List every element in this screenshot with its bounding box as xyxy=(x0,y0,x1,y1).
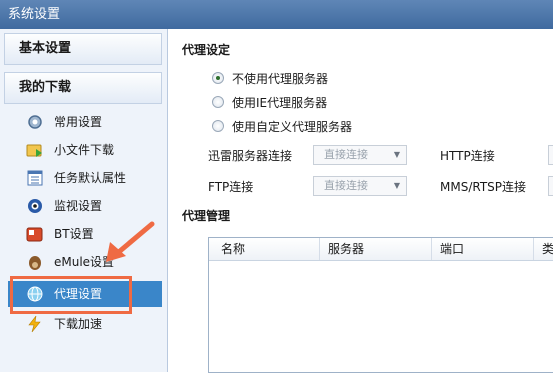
radio-label: 使用自定义代理服务器 xyxy=(232,120,353,134)
column-header-port[interactable]: 端口 xyxy=(431,238,464,260)
sidebar-item-task-default[interactable]: 任务默认属性 xyxy=(12,165,160,191)
radio-indicator[interactable] xyxy=(212,120,224,132)
radio-ie-proxy[interactable]: 使用IE代理服务器 xyxy=(212,94,327,112)
sidebar-item-general[interactable]: 常用设置 xyxy=(12,109,160,135)
window-title: 系统设置 xyxy=(8,7,61,22)
sidebar-section-basic[interactable]: 基本设置 xyxy=(4,33,162,65)
folder-download-icon xyxy=(26,141,44,159)
sidebar-item-accelerate[interactable]: 下载加速 xyxy=(12,311,160,337)
column-header-server[interactable]: 服务器 xyxy=(319,238,364,260)
sidebar-item-label: 常用设置 xyxy=(54,115,103,129)
mule-icon xyxy=(26,253,44,271)
sidebar-item-label: 代理设置 xyxy=(54,287,103,301)
sidebar-item-label: BT设置 xyxy=(54,227,94,241)
xunlei-connection-label: 迅雷服务器连接 xyxy=(208,149,293,163)
radio-indicator[interactable] xyxy=(212,72,224,84)
radio-custom-proxy[interactable]: 使用自定义代理服务器 xyxy=(212,118,352,136)
chevron-down-icon: ▼ xyxy=(393,181,400,190)
proxy-manage-title: 代理管理 xyxy=(182,209,231,223)
xunlei-connection-select[interactable]: 直接连接 ▼ xyxy=(313,145,407,165)
list-icon xyxy=(26,169,44,187)
sidebar: 基本设置 我的下载 常用设置 小文件下载 任务默认属性 监视设置 BT设置 eM… xyxy=(0,29,168,372)
proxy-panel: 代理设定 不使用代理服务器 使用IE代理服务器 使用自定义代理服务器 迅雷服务器… xyxy=(168,29,553,373)
column-header-name[interactable]: 名称 xyxy=(213,238,245,260)
proxy-settings-title: 代理设定 xyxy=(182,43,231,57)
annotation-arrow-icon xyxy=(106,221,155,262)
radio-no-proxy[interactable]: 不使用代理服务器 xyxy=(212,70,328,88)
bt-icon xyxy=(26,225,44,243)
select-value: 直接连接 xyxy=(324,179,368,192)
chevron-down-icon: ▼ xyxy=(393,150,400,159)
sidebar-item-label: 任务默认属性 xyxy=(54,171,127,185)
proxy-table[interactable]: 名称 服务器 端口 类 xyxy=(208,237,553,373)
radio-label: 不使用代理服务器 xyxy=(232,72,329,86)
http-connection-label: HTTP连接 xyxy=(440,149,495,163)
radio-label: 使用IE代理服务器 xyxy=(232,96,328,110)
eye-icon xyxy=(26,197,44,215)
window-titlebar: 系统设置 xyxy=(0,0,553,29)
sidebar-item-label: 下载加速 xyxy=(54,317,103,331)
radio-indicator[interactable] xyxy=(212,96,224,108)
column-header-type[interactable]: 类 xyxy=(533,238,553,260)
sidebar-item-label: 监视设置 xyxy=(54,199,103,213)
lightning-icon xyxy=(26,315,44,333)
sidebar-section-downloads[interactable]: 我的下载 xyxy=(4,72,162,104)
select-value: 直接连接 xyxy=(324,148,368,161)
http-connection-select[interactable] xyxy=(548,145,553,165)
table-header: 名称 服务器 端口 类 xyxy=(209,238,553,261)
sidebar-item-proxy[interactable]: 代理设置 xyxy=(8,281,162,307)
gear-icon xyxy=(26,113,44,131)
proxy-globe-icon xyxy=(26,285,44,303)
mms-connection-label: MMS/RTSP连接 xyxy=(440,180,527,194)
mms-connection-select[interactable] xyxy=(548,176,553,196)
sidebar-item-monitor[interactable]: 监视设置 xyxy=(12,193,160,219)
sidebar-item-label: 小文件下载 xyxy=(54,143,115,157)
ftp-connection-label: FTP连接 xyxy=(208,180,254,194)
sidebar-item-small-file[interactable]: 小文件下载 xyxy=(12,137,160,163)
ftp-connection-select[interactable]: 直接连接 ▼ xyxy=(313,176,407,196)
